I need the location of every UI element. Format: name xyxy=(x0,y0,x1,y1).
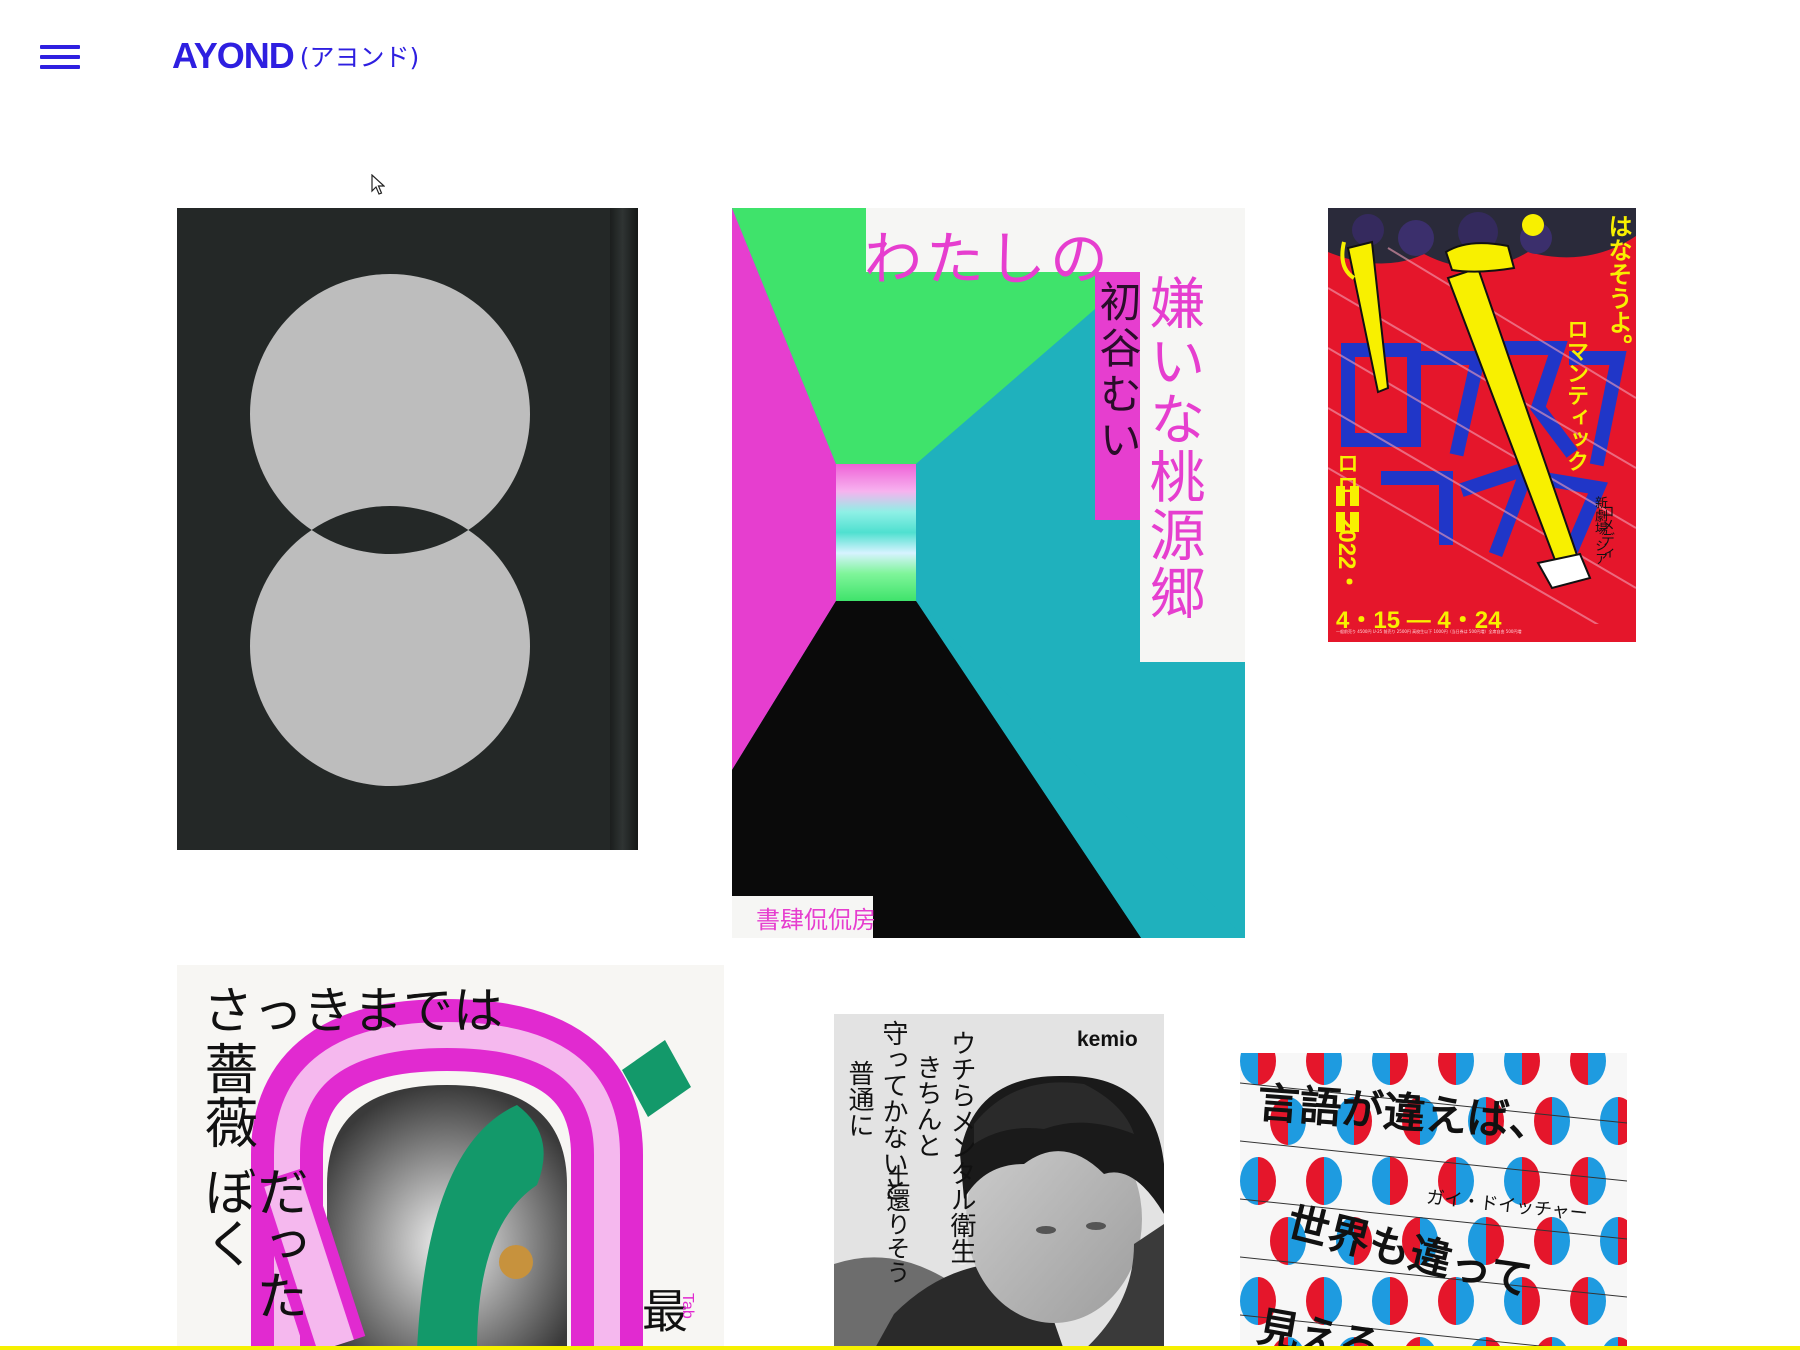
pattern-dot xyxy=(1240,1157,1276,1205)
work-card-kemio-book[interactable]: kemio ウチらメンタル衛生 きちんと 守ってかないと 普通に 土還りそう xyxy=(834,1014,1164,1350)
book-author: kemio xyxy=(1077,1028,1138,1051)
poster-publisher: 書肆侃侃房 xyxy=(756,906,876,934)
pattern-dot xyxy=(1372,1157,1408,1205)
work-card-book-circles[interactable] xyxy=(177,208,638,850)
grid-line xyxy=(1240,1140,1627,1182)
hamburger-menu-icon[interactable] xyxy=(40,42,80,72)
pattern-dot xyxy=(1570,1277,1606,1325)
work-card-romantic-comedy-poster[interactable]: はなそうよ。 ロマンティック コメディ ロロ 2022・ 新劇場 シア 4・15… xyxy=(1328,208,1636,642)
menu-line xyxy=(40,55,80,59)
pattern-dot xyxy=(1438,1053,1474,1085)
logo-reading: (アヨンド) xyxy=(299,43,420,72)
work-card-gengo-ga-chigaeba[interactable]: 言語が違えば、 ガイ・ドイッチャー 世界も違って 見える xyxy=(1240,1053,1627,1350)
menu-line xyxy=(40,45,80,49)
two-circles-graphic xyxy=(250,274,530,786)
book-text-col1: ウチらメンタル衛生 xyxy=(946,1030,976,1264)
mouse-cursor-icon xyxy=(371,174,385,195)
poster-title-romantic: ロマンティック xyxy=(1563,318,1588,472)
site-logo[interactable]: AYOND (アヨンド) xyxy=(172,34,419,78)
book-text-col2: きちんと xyxy=(912,1054,942,1158)
book-title-col1: 薔薇 xyxy=(195,1041,258,1149)
bottom-edge-strip xyxy=(0,1346,1800,1350)
book-text-col5: 土還りそう xyxy=(882,1164,910,1284)
book-text-col4: 普通に xyxy=(844,1060,874,1138)
poster-venue: 新劇場 シア xyxy=(1592,496,1607,566)
logo-wordmark: AYOND xyxy=(172,35,295,76)
poster-marks: ロロ xyxy=(1333,452,1358,496)
poster-year: 2022・ xyxy=(1333,516,1360,594)
work-card-sakki-made-wa-bara[interactable]: さっきまでは 薔薇 だったぼく 最 Tab xyxy=(177,965,724,1350)
poster-author: 初谷むい xyxy=(1093,280,1142,464)
work-card-watashi-no-kiraina-tougenkyou[interactable]: わたしの 嫌いな桃源郷 初谷むい 書肆侃侃房 xyxy=(732,208,1245,938)
pattern-dot xyxy=(1570,1053,1606,1085)
book-title-col2: だったぼく xyxy=(195,1165,307,1321)
poster-smallprint: 一般前売り 4500円 U-25 前売り 2500円 高校生以下 1000円（当… xyxy=(1336,629,1522,634)
poster-tagline: はなそうよ。 xyxy=(1604,214,1632,358)
poster-title-vertical: 嫌いな桃源郷 xyxy=(1140,274,1205,622)
book-title-row: さっきまでは xyxy=(203,982,503,1040)
book-subtitle-en: Tab xyxy=(679,1293,696,1319)
book-spine xyxy=(610,208,638,850)
menu-line xyxy=(40,65,80,69)
poster-illustration xyxy=(1328,208,1636,642)
pattern-dot xyxy=(1504,1053,1540,1085)
site-header: AYOND (アヨンド) xyxy=(0,0,1800,120)
pattern-dot xyxy=(1534,1217,1570,1265)
pattern-dot xyxy=(1600,1217,1627,1265)
